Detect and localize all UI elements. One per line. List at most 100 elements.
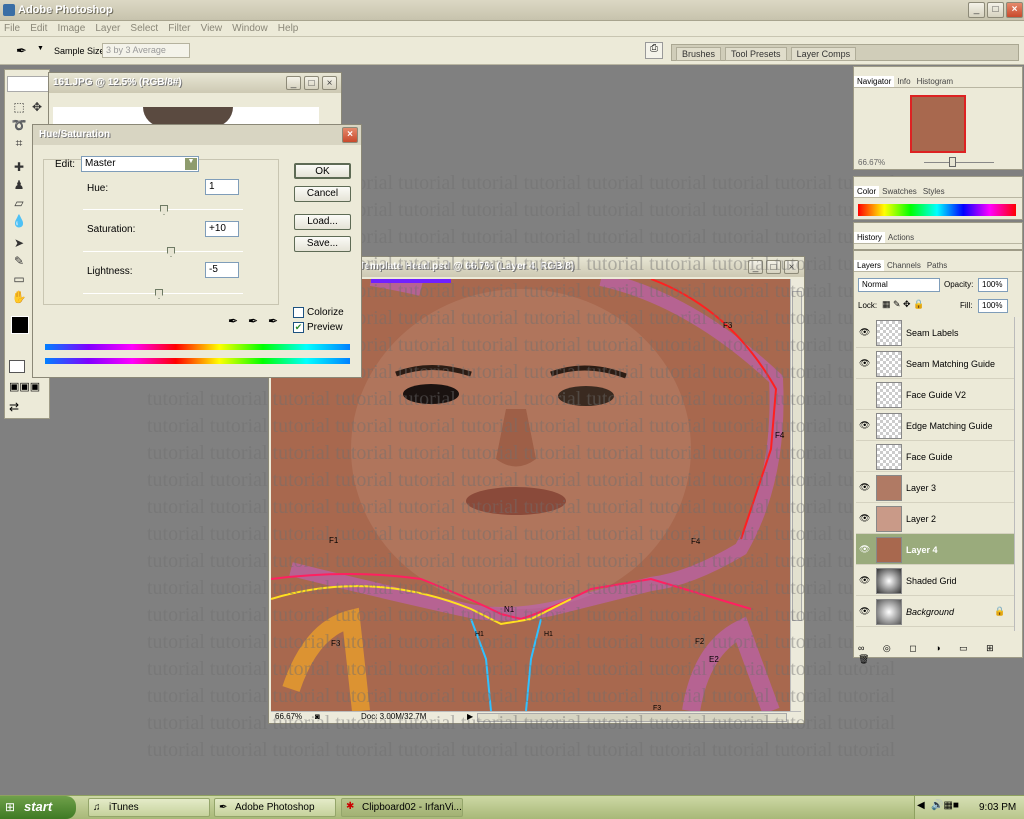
notes-tool-icon[interactable]: ▭: [11, 272, 27, 286]
document-window-back[interactable]: 161.JPG @ 12.5% (RGB/8#) _ □ ×: [48, 72, 342, 133]
screen-mode-icon[interactable]: ▣▣▣: [9, 380, 47, 393]
tab-swatches[interactable]: Swatches: [879, 186, 920, 197]
doc-back-maximize-button[interactable]: □: [304, 76, 319, 90]
lasso-tool-icon[interactable]: ➰: [11, 118, 27, 132]
load-button[interactable]: Load...: [294, 214, 351, 230]
eye-icon[interactable]: 👁: [859, 420, 870, 430]
ok-button[interactable]: OK: [294, 163, 351, 179]
menu-view[interactable]: View: [197, 21, 226, 34]
path-select-tool-icon[interactable]: ➤: [11, 236, 27, 250]
doc-maximize-button[interactable]: □: [766, 260, 781, 274]
layers-scrollbar[interactable]: [1014, 317, 1022, 631]
layer-row[interactable]: 👁 Layer 2: [856, 503, 1014, 534]
navigator-preview[interactable]: [910, 95, 966, 153]
menu-image[interactable]: Image: [53, 21, 88, 34]
close-button[interactable]: ×: [1006, 2, 1023, 18]
layer-row-selected[interactable]: 👁 Layer 4: [856, 534, 1014, 565]
tab-histogram[interactable]: Histogram: [914, 76, 956, 87]
zoom-slider-thumb[interactable]: [949, 157, 956, 167]
maximize-button[interactable]: □: [987, 2, 1004, 18]
layer-row[interactable]: 👁 Seam Matching Guide: [856, 348, 1014, 379]
doc-back-close-button[interactable]: ×: [322, 76, 337, 90]
eraser-tool-icon[interactable]: ▱: [11, 196, 27, 210]
menu-help[interactable]: Help: [274, 21, 302, 34]
task-photoshop[interactable]: ✒ Adobe Photoshop: [214, 798, 336, 817]
tab-color[interactable]: Color: [854, 186, 880, 197]
tab-styles[interactable]: Styles: [920, 186, 948, 197]
layer-row[interactable]: Face Guide V2: [856, 379, 1014, 410]
lightness-input[interactable]: -5: [205, 262, 239, 278]
opacity-input[interactable]: 100%: [978, 278, 1008, 292]
eye-icon[interactable]: 👁: [859, 544, 870, 554]
sample-size-select[interactable]: 3 by 3 Average: [102, 43, 190, 58]
menu-layer[interactable]: Layer: [91, 21, 123, 34]
menu-file[interactable]: File: [0, 21, 23, 34]
crop-tool-icon[interactable]: ⌗: [11, 136, 27, 150]
layer-row[interactable]: 👁 Edge Matching Guide: [856, 410, 1014, 441]
doc-close-button[interactable]: ×: [784, 260, 799, 274]
tab-paths[interactable]: Paths: [924, 260, 950, 271]
minimize-button[interactable]: _: [968, 2, 985, 18]
eye-icon[interactable]: 👁: [859, 513, 870, 523]
blur-tool-icon[interactable]: 💧: [11, 214, 27, 228]
horizontal-scrollbar[interactable]: [477, 713, 787, 722]
layer-row[interactable]: 👁 Layer 3: [856, 472, 1014, 503]
stamp-tool-icon[interactable]: ♟: [11, 178, 27, 192]
eye-icon[interactable]: 👁: [859, 327, 870, 337]
eyedropper-minus-icon[interactable]: ✒: [268, 314, 278, 328]
status-menu-arrow-icon[interactable]: ▶: [467, 712, 473, 721]
task-irfanview[interactable]: ✱ Clipboard02 - IrfanVi...: [341, 798, 463, 817]
file-browser-icon[interactable]: ⎙: [645, 42, 663, 59]
menu-window[interactable]: Window: [228, 21, 271, 34]
chevron-down-icon[interactable]: ▼: [37, 45, 44, 52]
tab-info[interactable]: Info: [894, 76, 913, 87]
horizontal-scroll-thumb[interactable]: [498, 714, 768, 721]
layer-row[interactable]: 👁 Shaded Grid: [856, 565, 1014, 596]
healing-tool-icon[interactable]: ✚: [11, 160, 27, 174]
tab-brushes[interactable]: Brushes: [676, 47, 722, 61]
eyedropper-plus-icon[interactable]: ✒: [248, 314, 258, 328]
layer-row[interactable]: Face Guide: [856, 441, 1014, 472]
doc-back-minimize-button[interactable]: _: [286, 76, 301, 90]
tab-channels[interactable]: Channels: [884, 260, 924, 271]
chevron-down-icon[interactable]: ▼: [185, 158, 197, 170]
saturation-input[interactable]: +10: [205, 221, 239, 237]
vertical-scroll-thumb[interactable]: [792, 291, 802, 621]
tab-layers[interactable]: Layers: [854, 260, 885, 271]
navigator-zoom[interactable]: 66.67%: [858, 158, 885, 167]
eye-icon[interactable]: 👁: [859, 482, 870, 492]
color-spectrum[interactable]: [858, 204, 1016, 216]
edit-select[interactable]: Master ▼: [81, 156, 199, 172]
tray-expand-icon[interactable]: ◀: [917, 800, 925, 811]
foreground-color-swatch[interactable]: [11, 316, 29, 334]
menu-edit[interactable]: Edit: [26, 21, 50, 34]
doc-minimize-button[interactable]: _: [748, 260, 763, 274]
layer-row[interactable]: 👁 Background 🔒: [856, 596, 1014, 627]
tab-layer-comps[interactable]: Layer Comps: [790, 47, 857, 61]
menu-select[interactable]: Select: [126, 21, 161, 34]
tab-history[interactable]: History: [854, 232, 885, 243]
fill-input[interactable]: 100%: [978, 299, 1008, 313]
eye-icon[interactable]: 👁: [859, 358, 870, 368]
saturation-slider[interactable]: [83, 251, 243, 252]
blend-mode-select[interactable]: Normal: [858, 278, 940, 292]
pen-tool-icon[interactable]: ✎: [11, 254, 27, 268]
menu-filter[interactable]: Filter: [164, 21, 193, 34]
dialog-close-button[interactable]: ×: [342, 127, 358, 143]
zoom-slider[interactable]: [924, 162, 994, 163]
hue-input[interactable]: 1: [205, 179, 239, 195]
tab-navigator[interactable]: Navigator: [854, 76, 895, 87]
tab-tool-presets[interactable]: Tool Presets: [725, 47, 787, 61]
colorize-checkbox[interactable]: [293, 307, 304, 318]
tab-actions[interactable]: Actions: [885, 232, 917, 243]
save-button[interactable]: Save...: [294, 236, 351, 252]
eye-icon[interactable]: 👁: [859, 575, 870, 585]
eyedropper-icon[interactable]: ✒: [228, 314, 238, 328]
tray-icons[interactable]: 🔊▦■: [931, 800, 959, 811]
zoom-readout[interactable]: 66.67%: [275, 712, 302, 721]
lightness-slider[interactable]: [83, 293, 243, 294]
preview-checkbox[interactable]: ✔: [293, 322, 304, 333]
task-itunes[interactable]: ♫ iTunes: [88, 798, 210, 817]
eye-icon[interactable]: 👁: [859, 606, 870, 616]
lock-icons[interactable]: ▦ ✎ ✥ 🔒: [882, 299, 924, 310]
